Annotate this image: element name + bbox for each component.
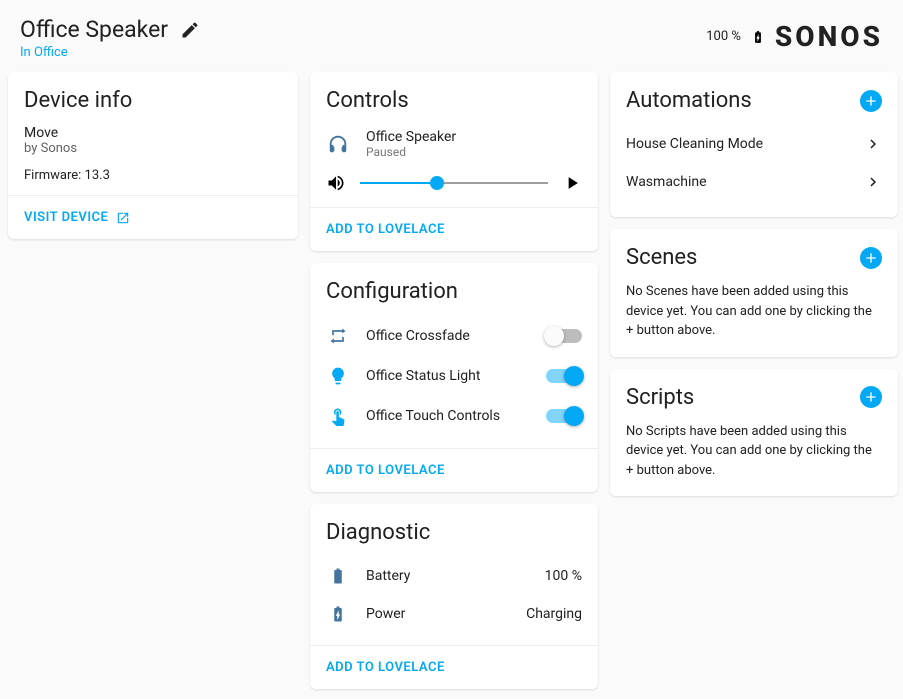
add-to-lovelace-diag[interactable]: ADD TO LOVELACE bbox=[326, 660, 582, 675]
config-crossfade-toggle[interactable] bbox=[546, 329, 582, 343]
scripts-empty-text: No Scripts have been added using this de… bbox=[626, 422, 882, 481]
device-model: Move bbox=[24, 125, 282, 141]
device-firmware: Firmware: 13.3 bbox=[24, 168, 282, 183]
controls-title: Controls bbox=[326, 88, 409, 113]
add-script-button[interactable] bbox=[860, 386, 882, 408]
lightbulb-icon bbox=[326, 366, 350, 386]
device-info-title: Device info bbox=[24, 88, 132, 113]
config-touch-label[interactable]: Office Touch Controls bbox=[366, 408, 530, 424]
plus-icon bbox=[863, 250, 879, 266]
automation-item-label: Wasmachine bbox=[626, 174, 707, 190]
diagnostic-title: Diagnostic bbox=[326, 520, 430, 545]
automations-title: Automations bbox=[626, 88, 752, 113]
battery-icon bbox=[326, 567, 350, 585]
shuffle-icon bbox=[326, 326, 350, 346]
scripts-card: Scripts No Scripts have been added using… bbox=[610, 369, 898, 497]
config-touch-toggle[interactable] bbox=[546, 409, 582, 423]
scenes-title: Scenes bbox=[626, 245, 697, 270]
volume-slider[interactable] bbox=[360, 182, 548, 184]
controls-card: Controls Office Speaker Paused bbox=[310, 72, 598, 251]
page-header: Office Speaker In Office 100 % SONOS bbox=[8, 8, 895, 72]
open-external-icon bbox=[116, 211, 130, 225]
chevron-right-icon bbox=[864, 173, 882, 191]
battery-charging-icon bbox=[751, 27, 765, 47]
plus-icon bbox=[863, 389, 879, 405]
header-right: 100 % SONOS bbox=[706, 20, 883, 53]
media-entity-name[interactable]: Office Speaker bbox=[366, 129, 582, 145]
battery-percentage: 100 % bbox=[706, 29, 741, 44]
config-crossfade-label[interactable]: Office Crossfade bbox=[366, 328, 530, 344]
diag-battery-label[interactable]: Battery bbox=[366, 568, 529, 584]
config-statuslight-label[interactable]: Office Status Light bbox=[366, 368, 530, 384]
add-automation-button[interactable] bbox=[860, 90, 882, 112]
scripts-title: Scripts bbox=[626, 385, 694, 410]
automation-item[interactable]: Wasmachine bbox=[626, 163, 882, 201]
automations-card: Automations House Cleaning Mode Wasmachi… bbox=[610, 72, 898, 217]
configuration-card: Configuration Office Crossfade Office St… bbox=[310, 263, 598, 492]
header-left: Office Speaker In Office bbox=[20, 16, 706, 60]
scenes-empty-text: No Scenes have been added using this dev… bbox=[626, 282, 882, 341]
configuration-title: Configuration bbox=[326, 279, 458, 304]
chevron-right-icon bbox=[864, 135, 882, 153]
config-statuslight-toggle[interactable] bbox=[546, 369, 582, 383]
volume-icon[interactable] bbox=[326, 173, 346, 193]
media-entity-state: Paused bbox=[366, 145, 582, 159]
diag-power-value: Charging bbox=[526, 606, 582, 622]
edit-icon[interactable] bbox=[180, 20, 200, 40]
play-icon[interactable] bbox=[562, 173, 582, 193]
add-to-lovelace-config[interactable]: ADD TO LOVELACE bbox=[326, 463, 582, 478]
device-info-card: Device info Move by Sonos Firmware: 13.3… bbox=[8, 72, 298, 239]
automation-item[interactable]: House Cleaning Mode bbox=[626, 125, 882, 163]
automation-item-label: House Cleaning Mode bbox=[626, 136, 763, 152]
device-title: Office Speaker bbox=[20, 16, 168, 43]
scenes-card: Scenes No Scenes have been added using t… bbox=[610, 229, 898, 357]
diag-power-label[interactable]: Power bbox=[366, 606, 510, 622]
diag-battery-value: 100 % bbox=[545, 568, 582, 584]
touch-icon bbox=[326, 406, 350, 426]
add-to-lovelace-controls[interactable]: ADD TO LOVELACE bbox=[326, 222, 582, 237]
device-manufacturer: by Sonos bbox=[24, 141, 282, 156]
diagnostic-card: Diagnostic Battery 100 % Power Charging … bbox=[310, 504, 598, 689]
power-charging-icon bbox=[326, 605, 350, 623]
speaker-icon bbox=[326, 133, 350, 155]
visit-device-link[interactable]: VISIT DEVICE bbox=[24, 210, 282, 225]
plus-icon bbox=[863, 93, 879, 109]
device-area-link[interactable]: In Office bbox=[20, 45, 706, 60]
add-scene-button[interactable] bbox=[860, 247, 882, 269]
brand-logo: SONOS bbox=[775, 20, 883, 53]
